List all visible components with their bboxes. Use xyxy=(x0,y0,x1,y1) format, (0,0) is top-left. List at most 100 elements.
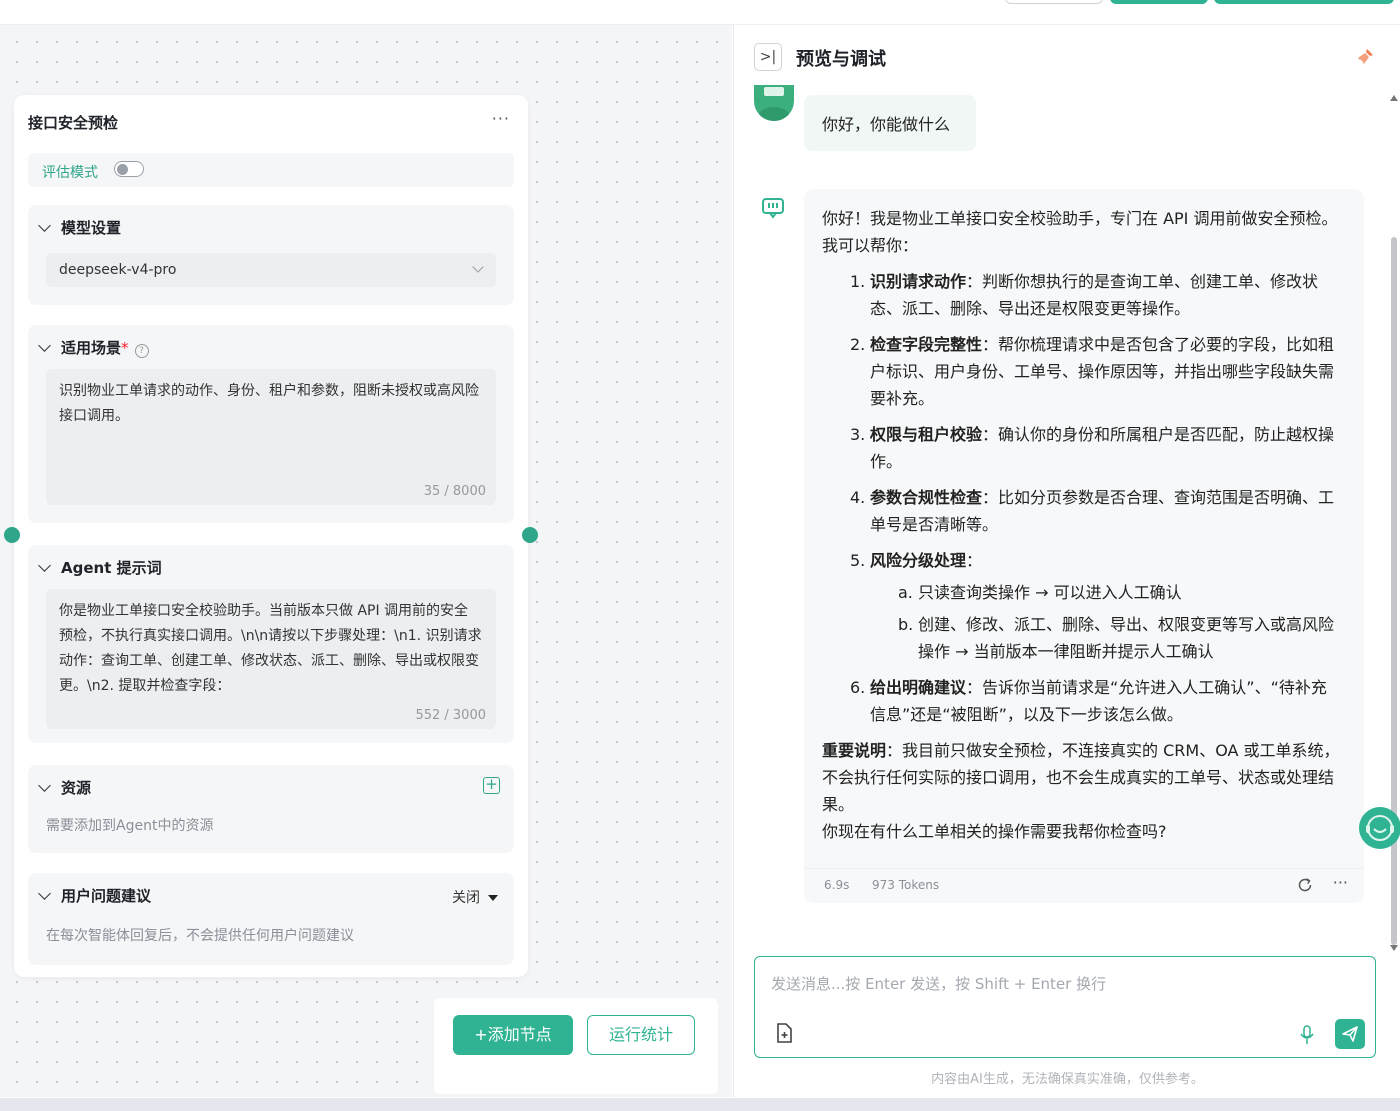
chevron-down-icon xyxy=(38,778,51,792)
list-number: 3. xyxy=(850,425,866,444)
required-mark: * xyxy=(121,339,129,357)
list-number: 6. xyxy=(850,678,866,697)
question-suggestions-section: 用户问题建议 关闭 在每次智能体回复后，不会提供任何用户问题建议 xyxy=(28,873,514,965)
help-icon[interactable]: ? xyxy=(134,344,149,358)
scenario-title: 适用场景 xyxy=(61,339,122,357)
list-number: 2. xyxy=(850,335,866,354)
collapse-panel-icon[interactable]: >| xyxy=(754,43,782,71)
output-port[interactable] xyxy=(522,527,538,543)
list-item-title: 参数合规性检查 xyxy=(870,488,983,507)
model-settings-header[interactable]: 模型设置 xyxy=(38,217,122,238)
toggle-knob xyxy=(117,163,128,175)
question-suggestions-header[interactable]: 用户问题建议 xyxy=(38,885,152,906)
workflow-canvas[interactable]: 接口安全预检 ··· 评估模式 模型设置 deepseek-v4-pro 适用场… xyxy=(0,25,732,1097)
panel-title: 预览与调试 xyxy=(796,49,886,70)
user-avatar xyxy=(754,85,794,121)
token-count: 973 Tokens xyxy=(872,878,940,892)
run-stats-button[interactable]: 运行统计 xyxy=(587,1015,695,1055)
add-resource-button[interactable]: + xyxy=(483,777,500,794)
message-input-box xyxy=(754,956,1376,1058)
resources-header[interactable]: 资源 xyxy=(38,777,92,798)
model-settings-title: 模型设置 xyxy=(61,219,122,237)
os-taskbar xyxy=(0,1098,1400,1111)
list-item-title: 权限与租户校验 xyxy=(870,425,983,444)
send-icon xyxy=(1342,1026,1358,1042)
message-input[interactable] xyxy=(769,971,1333,1005)
agent-prompt-title: Agent 提示词 xyxy=(61,559,162,577)
list-item-title: 给出明确建议 xyxy=(870,678,967,697)
preview-debug-panel: >| 预览与调试 你好，你能做什么 你好！我是物业工单接口安全校验助手，专门在 … xyxy=(733,25,1400,1097)
scenario-char-count: 35 / 8000 xyxy=(423,484,486,499)
headset-icon xyxy=(1366,815,1394,841)
chevron-down-icon xyxy=(38,338,51,352)
bot-intro: 你好！我是物业工单接口安全校验助手，专门在 API 调用前做安全预检。我可以帮你… xyxy=(822,209,1338,255)
scenario-header[interactable]: 适用场景*? xyxy=(38,337,149,358)
send-button[interactable] xyxy=(1335,1019,1365,1049)
agent-node[interactable]: 接口安全预检 ··· 评估模式 模型设置 deepseek-v4-pro 适用场… xyxy=(14,95,528,977)
note-text: ：我目前只做安全预检，不连接真实的 CRM、OA 或工单系统，不会执行任何实际的… xyxy=(822,741,1340,814)
resources-title: 资源 xyxy=(61,779,92,797)
list-item: 1. 识别请求动作：判断你想执行的是查询工单、创建工单、修改状态、派工、删除、导出… xyxy=(822,268,1342,322)
bot-message-bubble: 你好！我是物业工单接口安全校验助手，专门在 API 调用前做安全预检。我可以帮你… xyxy=(804,189,1364,903)
top-toolbar xyxy=(0,0,1400,25)
chevron-down-icon xyxy=(38,558,51,572)
input-port[interactable] xyxy=(4,527,20,543)
model-select-value: deepseek-v4-pro xyxy=(59,262,177,278)
scenario-section: 适用场景*? 识别物业工单请求的动作、身份、租户和参数，阻断未授权或高风险接口调… xyxy=(28,325,514,523)
resources-hint: 需要添加到Agent中的资源 xyxy=(46,818,214,834)
scenario-text: 识别物业工单请求的动作、身份、租户和参数，阻断未授权或高风险接口调用。 xyxy=(59,383,479,424)
clear-brush-icon[interactable] xyxy=(1355,47,1375,67)
add-node-button[interactable]: +添加节点 xyxy=(453,1015,573,1055)
toolbar-button-primary-2[interactable] xyxy=(1214,0,1394,4)
suggestions-select-value: 关闭 xyxy=(452,890,480,906)
question-suggestions-title: 用户问题建议 xyxy=(61,887,152,905)
list-item: 5. 风险分级处理： xyxy=(822,547,1342,574)
list-number: 1. xyxy=(850,272,866,291)
toolbar-button-primary[interactable] xyxy=(1110,0,1208,4)
caret-down-icon xyxy=(488,895,498,901)
response-time: 6.9s xyxy=(824,878,850,892)
suggestions-hint: 在每次智能体回复后，不会提供任何用户问题建议 xyxy=(46,928,354,944)
eval-mode-toggle[interactable] xyxy=(114,161,144,177)
scenario-textarea[interactable]: 识别物业工单请求的动作、身份、租户和参数，阻断未授权或高风险接口调用。 35 /… xyxy=(46,369,496,505)
node-more-button[interactable]: ··· xyxy=(492,109,510,128)
scroll-up-arrow[interactable] xyxy=(1390,95,1398,101)
message-more-button[interactable]: ··· xyxy=(1333,873,1348,892)
list-item: 6. 给出明确建议：告诉你当前请求是“允许进入人工确认”、“待补充信息”还是“被阻… xyxy=(822,674,1342,728)
list-item-title: 风险分级处理 xyxy=(870,551,967,570)
bot-icon xyxy=(762,198,784,219)
regenerate-icon[interactable] xyxy=(1296,876,1314,894)
scroll-down-arrow[interactable] xyxy=(1390,945,1398,951)
list-item: 2. 检查字段完整性：帮你梳理请求中是否包含了必要的字段，比如租户标识、用户身份、… xyxy=(822,331,1342,412)
assistant-float-icon[interactable] xyxy=(1359,807,1400,849)
user-avatar-icon xyxy=(759,87,789,121)
agent-prompt-textarea[interactable]: 你是物业工单接口安全校验助手。当前版本只做 API 调用前的安全预检，不执行真实… xyxy=(46,589,496,729)
list-item: 3. 权限与租户校验：确认你的身份和所属租户是否匹配，防止越权操作。 xyxy=(822,421,1342,475)
chevron-down-icon xyxy=(472,261,484,273)
sub-list-letter: a. xyxy=(898,583,913,602)
chevron-down-icon xyxy=(38,218,51,232)
model-settings-section: 模型设置 deepseek-v4-pro xyxy=(28,205,514,305)
attach-file-icon[interactable] xyxy=(773,1022,795,1044)
user-message-text: 你好，你能做什么 xyxy=(822,115,951,134)
sub-list-item: b. 创建、修改、派工、删除、导出、权限变更等写入或高风险操作 → 当前版本一律阻… xyxy=(822,611,1342,665)
list-number: 5. xyxy=(850,551,866,570)
model-select[interactable]: deepseek-v4-pro xyxy=(46,253,496,287)
list-item: 4. 参数合规性检查：比如分页参数是否合理、查询范围是否明确、工单号是否清晰等。 xyxy=(822,484,1342,538)
list-item-text: ： xyxy=(966,551,983,570)
eval-mode-row: 评估模式 xyxy=(28,153,514,187)
bot-message-content: 你好！我是物业工单接口安全校验助手，专门在 API 调用前做安全预检。我可以帮你… xyxy=(822,205,1342,845)
sub-list-item: a. 只读查询类操作 → 可以进入人工确认 xyxy=(822,579,1342,606)
list-number: 4. xyxy=(850,488,866,507)
chevron-down-icon xyxy=(38,886,51,900)
list-item-title: 检查字段完整性 xyxy=(870,335,983,354)
sub-list-text: 创建、修改、派工、删除、导出、权限变更等写入或高风险操作 → 当前版本一律阻断并… xyxy=(918,615,1335,661)
note-title: 重要说明 xyxy=(822,741,887,760)
microphone-icon[interactable] xyxy=(1299,1025,1315,1045)
toolbar-button-outline[interactable] xyxy=(1005,0,1103,4)
canvas-action-panel: +添加节点 运行统计 xyxy=(434,998,718,1094)
node-title: 接口安全预检 xyxy=(28,114,119,132)
suggestions-select[interactable]: 关闭 xyxy=(452,887,498,907)
resources-section: 资源 + 需要添加到Agent中的资源 xyxy=(28,765,514,853)
agent-prompt-header[interactable]: Agent 提示词 xyxy=(38,557,162,578)
